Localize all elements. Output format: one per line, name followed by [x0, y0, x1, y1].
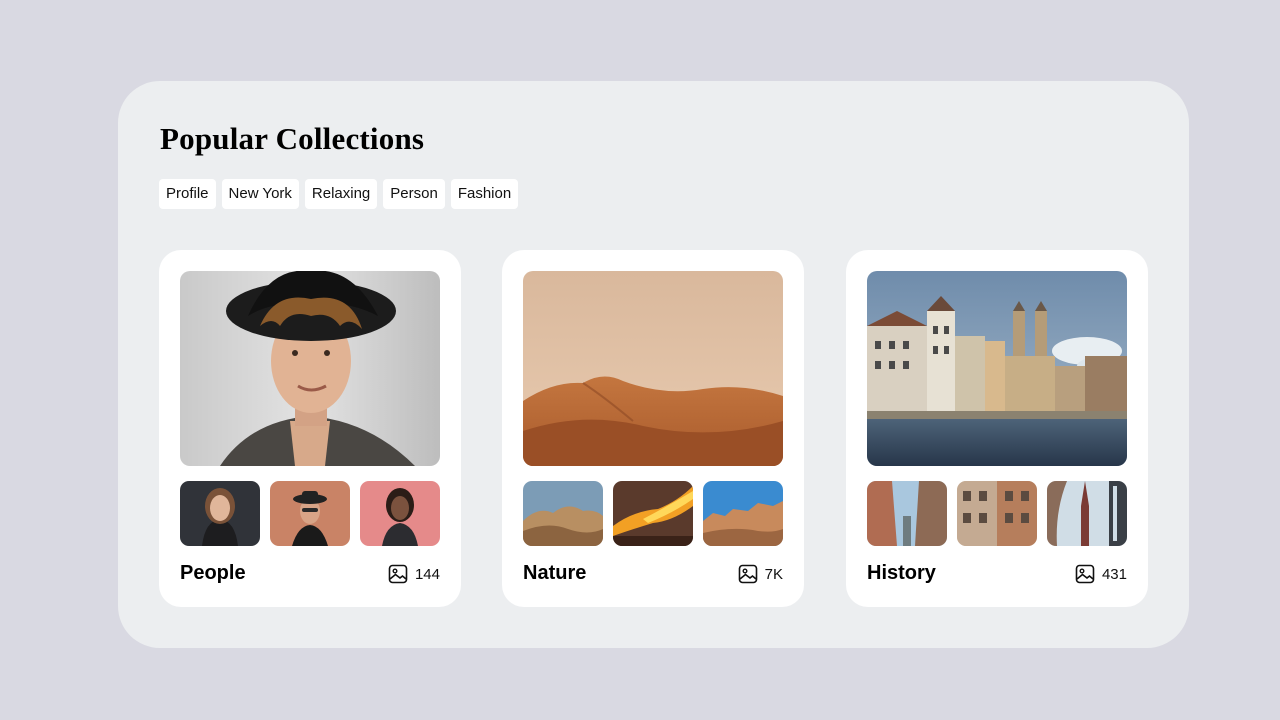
canyon-photo — [703, 481, 783, 546]
count-value: 144 — [414, 565, 440, 583]
count-value: 7K — [764, 565, 783, 583]
image-icon — [738, 564, 757, 584]
tag-profile[interactable]: Profile — [159, 179, 216, 209]
collection-count: 7K — [738, 564, 783, 584]
man-with-hat-photo — [180, 271, 440, 466]
tag-new-york[interactable]: New York — [221, 179, 299, 209]
tag-fashion[interactable]: Fashion — [450, 179, 519, 209]
collection-count: 431 — [1075, 564, 1127, 584]
collection-name: History — [867, 562, 936, 584]
rock-formation-photo — [523, 481, 603, 546]
collection-name: People — [180, 562, 246, 584]
collection-card-nature[interactable]: Nature 7K — [502, 250, 804, 607]
building-facade-photo — [957, 481, 1037, 546]
page-title: Popular Collections — [160, 121, 425, 156]
collection-count: 144 — [388, 564, 440, 584]
image-icon — [388, 564, 408, 584]
tag-person[interactable]: Person — [383, 179, 445, 209]
collection-name: Nature — [523, 562, 587, 584]
city-river-photo — [867, 271, 1127, 466]
sunset-clouds-photo — [613, 481, 693, 546]
collection-card-history[interactable]: History 431 — [846, 250, 1148, 607]
street-buildings-photo — [867, 481, 947, 546]
church-spire-photo — [1047, 481, 1127, 546]
woman-portrait-photo — [180, 481, 260, 546]
man-with-hat-sunglasses-photo — [270, 481, 350, 546]
tag-relaxing[interactable]: Relaxing — [304, 179, 378, 209]
image-icon — [1075, 564, 1095, 584]
count-value: 431 — [1101, 565, 1127, 583]
woman-pink-background-photo — [360, 481, 440, 546]
tag-list: Profile New York Relaxing Person Fashion — [159, 179, 519, 209]
collection-card-people[interactable]: People 144 — [159, 250, 461, 607]
desert-dunes-photo — [523, 271, 783, 466]
collections-panel: Popular Collections Profile New York Rel… — [118, 81, 1189, 648]
